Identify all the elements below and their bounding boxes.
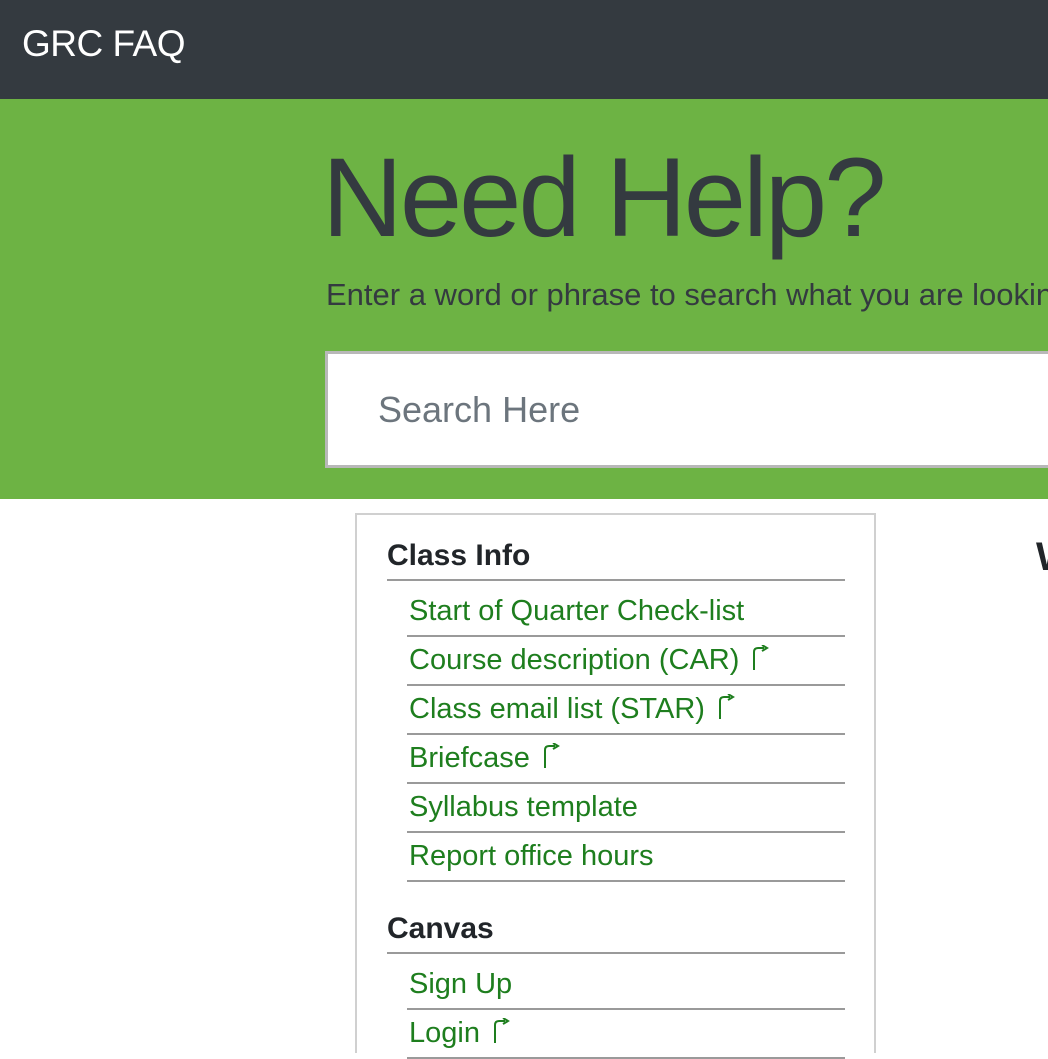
hero-subtitle: Enter a word or phrase to search what yo… — [326, 277, 1048, 312]
hero-banner: Need Help? Enter a word or phrase to sea… — [0, 99, 1048, 499]
sidebar-link-sign-up[interactable]: Sign Up — [409, 965, 512, 1003]
section-title-canvas: Canvas — [387, 910, 845, 954]
sidebar-item-course-description: Course description (CAR) — [407, 637, 845, 686]
sidebar-link-course-description[interactable]: Course description (CAR) — [409, 641, 770, 679]
sidebar-link-label: Login — [409, 1017, 480, 1049]
external-link-icon — [753, 645, 770, 670]
sidebar-item-login: Login — [407, 1010, 845, 1059]
sidebar-item-class-email-list: Class email list (STAR) — [407, 686, 845, 735]
sidebar-item-start-of-quarter-checklist: Start of Quarter Check-list — [407, 588, 845, 637]
sidebar-link-report-office-hours[interactable]: Report office hours — [409, 837, 654, 875]
section-title-class-info: Class Info — [387, 537, 845, 581]
external-link-icon — [718, 694, 735, 719]
sidebar-link-label: Class email list (STAR) — [409, 693, 705, 725]
sidebar-link-label: Start of Quarter Check-list — [409, 595, 745, 627]
sidebar-link-label: Briefcase — [409, 742, 530, 774]
hero-title: Need Help? — [322, 135, 886, 260]
sidebar-item-briefcase: Briefcase — [407, 735, 845, 784]
sidebar-link-login[interactable]: Login — [409, 1014, 510, 1052]
sidebar-link-syllabus-template[interactable]: Syllabus template — [409, 788, 638, 826]
brand-link[interactable]: GRC FAQ — [22, 22, 186, 66]
sidebar-link-start-of-quarter-checklist[interactable]: Start of Quarter Check-list — [409, 592, 744, 630]
sidebar-link-briefcase[interactable]: Briefcase — [409, 739, 560, 777]
sidebar-link-class-email-list[interactable]: Class email list (STAR) — [409, 690, 735, 728]
top-navbar: GRC FAQ — [0, 0, 1048, 99]
sidebar-link-label: Sign Up — [409, 968, 513, 1000]
main-heading: W — [1036, 532, 1048, 582]
sidebar-item-sign-up: Sign Up — [407, 961, 845, 1010]
sidebar-item-syllabus-template: Syllabus template — [407, 784, 845, 833]
sidebar-link-label: Syllabus template — [409, 791, 638, 823]
sidebar-item-report-office-hours: Report office hours — [407, 833, 845, 882]
sidebar-link-label: Report office hours — [409, 840, 654, 872]
sidebar-link-label: Course description (CAR) — [409, 644, 740, 676]
sidebar-nav: Class Info Start of Quarter Check-list C… — [355, 513, 876, 1059]
external-link-icon — [543, 743, 560, 768]
external-link-icon — [493, 1018, 510, 1043]
search-input[interactable] — [325, 351, 1048, 468]
